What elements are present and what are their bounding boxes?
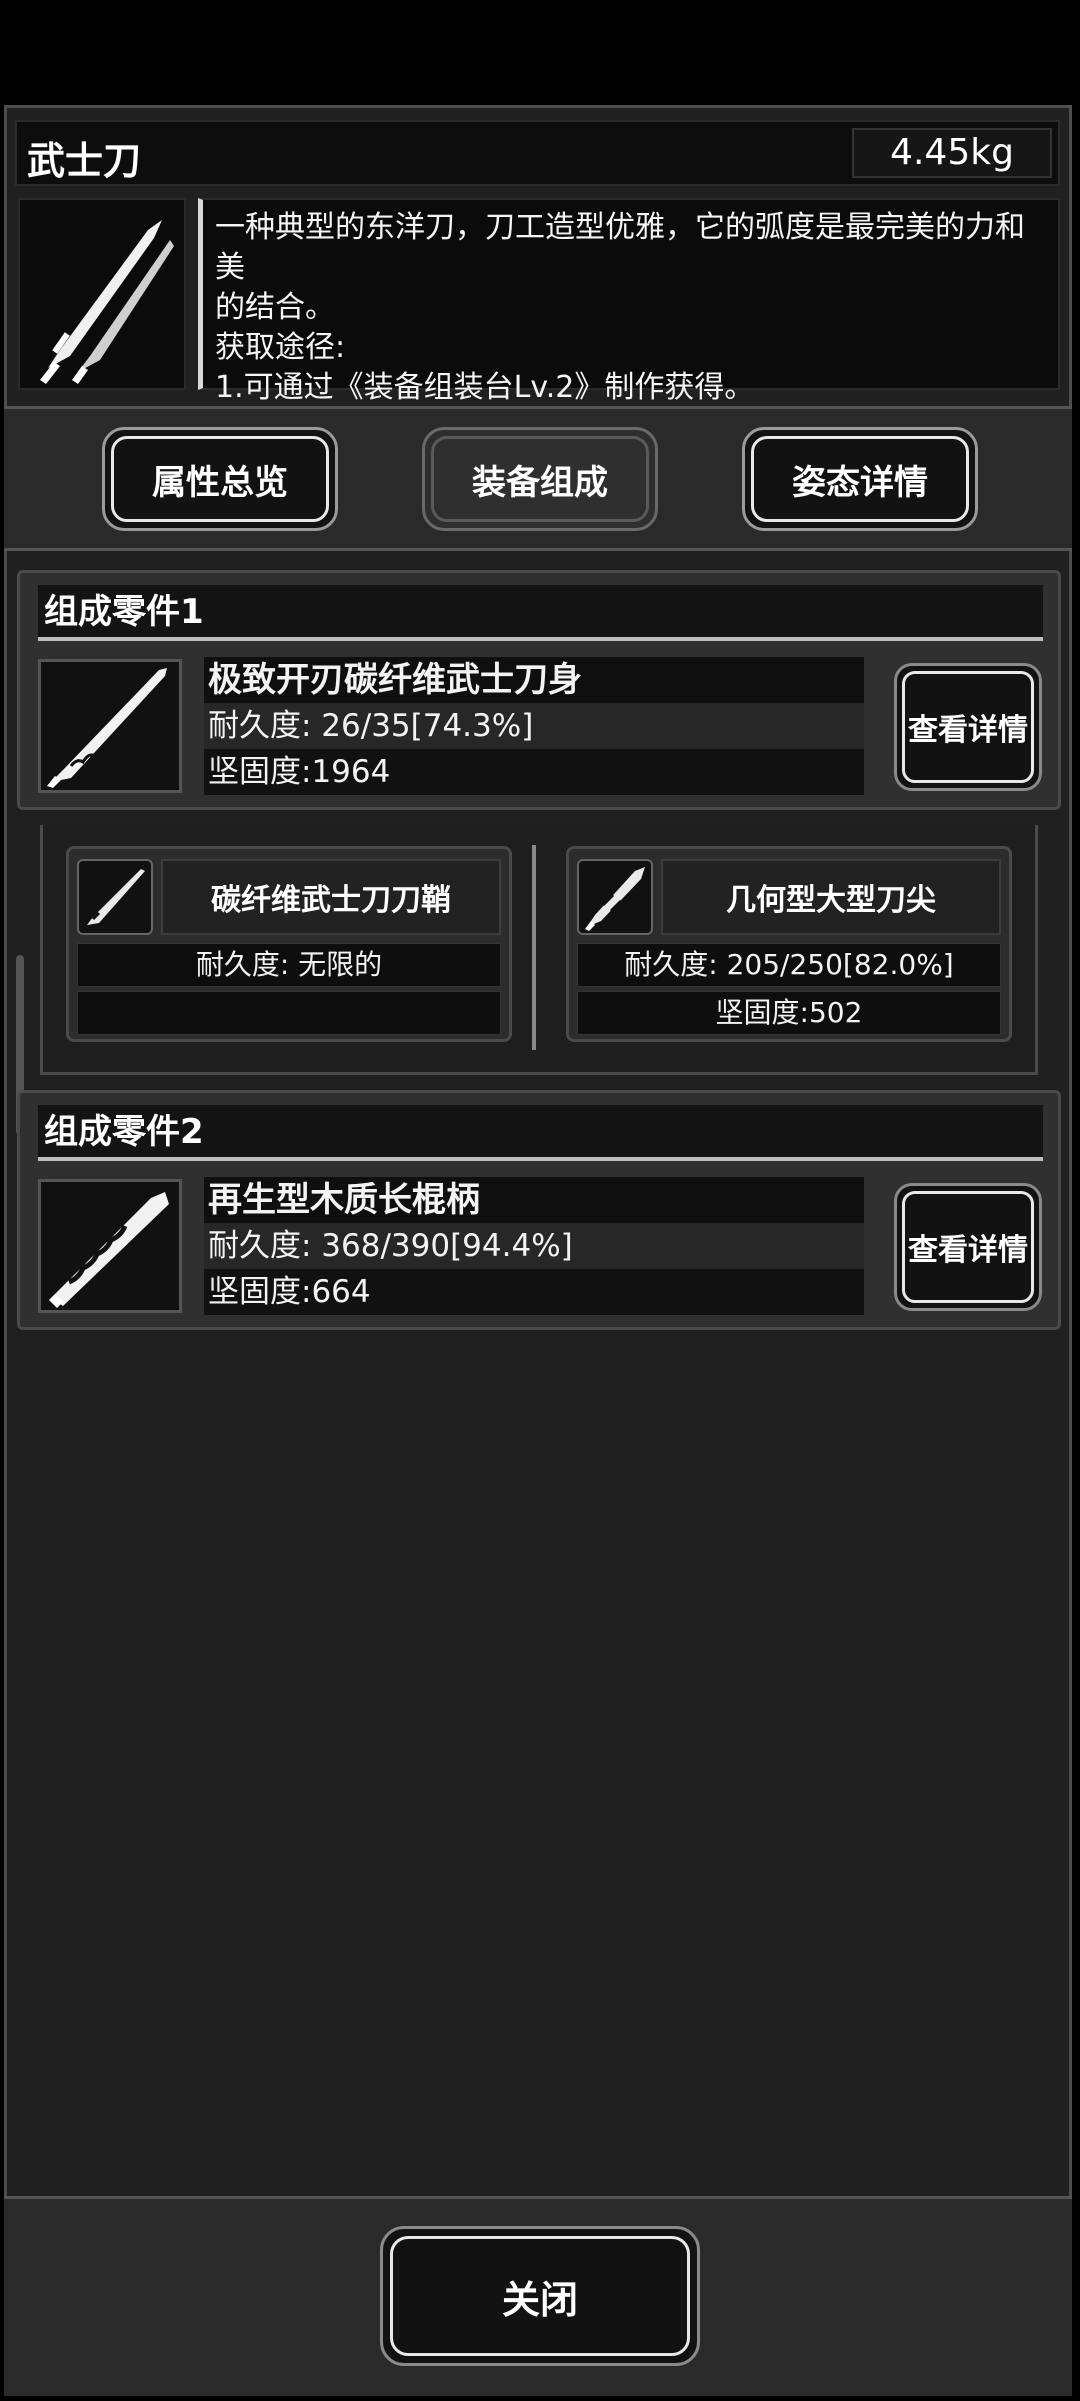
part-info: 再生型木质长棍柄 耐久度: 368/390[94.4%] 坚固度:664 [204,1177,864,1315]
part-name: 极致开刃碳纤维武士刀身 [204,657,864,703]
description-line: 一种典型的东洋刀，刀工造型优雅，它的弧度是最完美的力和美 [215,210,1025,285]
subpart-durability: 耐久度: 无限的 [77,943,501,987]
item-icon-box [18,198,186,390]
part-durability: 耐久度: 26/35[74.3%] [204,703,864,749]
view-details-button[interactable]: 查看详情 [894,1183,1042,1311]
item-name: 武士刀 [27,139,142,183]
subpart-card-2: 几何型大型刀尖 耐久度: 205/250[82.0%] 坚固度:502 [566,846,1012,1042]
subpart-card-1: 碳纤维武士刀刀鞘 耐久度: 无限的 [66,846,512,1042]
description-line: 获取途径: [215,330,346,365]
tab-label: 装备组成 [472,462,608,503]
part-card-2: 组成零件2 再生型木质长棍柄 耐久度: 368/390[94.4%] 坚固度:6… [17,1090,1061,1330]
item-weight: 4.45kg [852,128,1052,178]
view-details-button[interactable]: 查看详情 [894,663,1042,791]
part-icon-box [38,659,182,793]
subpart-hardness: 坚固度:502 [577,991,1001,1035]
part-info: 极致开刃碳纤维武士刀身 耐久度: 26/35[74.3%] 坚固度:1964 [204,657,864,795]
part-durability: 耐久度: 368/390[94.4%] [204,1223,864,1269]
blade-icon [47,668,167,788]
subpart-icon-box [577,859,653,935]
part-header: 组成零件2 [38,1105,1043,1161]
item-header: 武士刀 4.45kg [15,120,1060,186]
part-name: 再生型木质长棍柄 [204,1177,864,1223]
part-card-1: 组成零件1 极致开刃碳纤维武士刀身 耐久度: 26/35[74.3%] 坚固度:… [17,570,1061,810]
part-icon-box [38,1179,182,1313]
status-bar [0,0,1080,105]
tab-label: 属性总览 [152,462,288,503]
view-details-label: 查看详情 [908,713,1028,748]
close-button[interactable]: 关闭 [380,2226,700,2366]
tab-equipment-composition[interactable]: 装备组成 [422,427,658,531]
subpart-name: 碳纤维武士刀刀鞘 [161,859,501,935]
divider [4,548,1072,551]
tab-stance-details[interactable]: 姿态详情 [742,427,978,531]
blade-tip-icon [585,867,645,931]
tab-label: 姿态详情 [792,462,928,503]
item-description: 一种典型的东洋刀，刀工造型优雅，它的弧度是最完美的力和美 的结合。 获取途径: … [198,198,1060,405]
description-line: 1.可通过《装备组装台Lv.2》制作获得。 [215,370,755,405]
description-line: 的结合。 [215,290,335,325]
part-hardness: 坚固度:664 [204,1269,864,1315]
subpart-icon-box [77,859,153,935]
part-header: 组成零件1 [38,585,1043,641]
subpart-durability: 耐久度: 205/250[82.0%] [577,943,1001,987]
tab-attribute-overview[interactable]: 属性总览 [102,427,338,531]
subparts-divider [532,845,536,1050]
handle-icon [49,1192,169,1308]
close-label: 关闭 [501,2277,578,2322]
subpart-name: 几何型大型刀尖 [661,859,1001,935]
scabbard-icon [87,869,145,925]
katana-icon [40,220,174,384]
part-hardness: 坚固度:1964 [204,749,864,795]
view-details-label: 查看详情 [908,1233,1028,1268]
subpart-hardness [77,991,501,1035]
